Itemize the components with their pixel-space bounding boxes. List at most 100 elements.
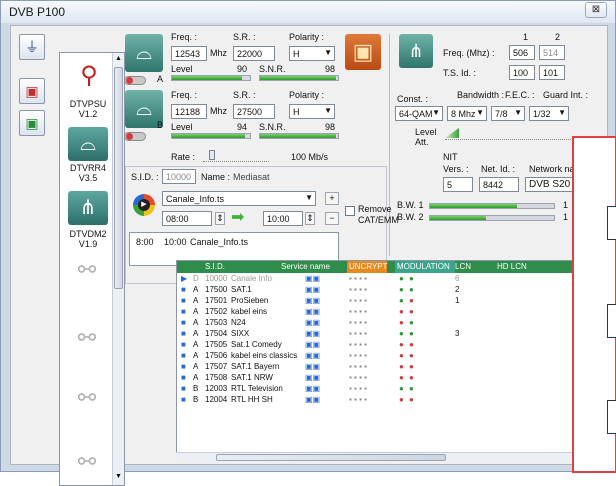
save-green-button[interactable]: ▣: [19, 110, 45, 136]
modulation-status-icon[interactable]: ●: [409, 340, 414, 349]
tsid-1-input[interactable]: 100: [509, 65, 535, 80]
end-time-spinner[interactable]: ⇕: [305, 212, 315, 225]
modulation-status-icon[interactable]: ●: [399, 296, 404, 305]
scroll-thumb[interactable]: [114, 67, 123, 289]
table-row[interactable]: ■ A 17502 kabel eins ▣▣ ▪ ▪ ▪ ▪ ● ●: [177, 307, 595, 318]
rate-slider[interactable]: [203, 150, 269, 162]
modulation-status-icon[interactable]: ●: [409, 362, 414, 371]
bandwidth-select[interactable]: 8 Mhz ▼: [447, 106, 487, 121]
device-item-dtvdm2[interactable]: DTVDM2 V1.9: [60, 229, 116, 249]
freq-b-input[interactable]: 12188: [171, 104, 207, 119]
file-icon[interactable]: ▣▣: [305, 351, 320, 360]
network-name-input[interactable]: DVB S20: [525, 177, 573, 192]
file-icon[interactable]: ▣▣: [305, 285, 320, 294]
modulation-status-icon[interactable]: ●: [409, 384, 414, 393]
modulation-status-icon[interactable]: ●: [399, 318, 404, 327]
const-select[interactable]: 64-QAM ▼: [395, 106, 443, 121]
table-row[interactable]: ■ A 17508 SAT.1 NRW ▣▣ ▪ ▪ ▪ ▪ ● ●: [177, 373, 595, 384]
modulation-status-icon[interactable]: ●: [399, 362, 404, 371]
table-horizontal-scrollbar[interactable]: [176, 452, 596, 462]
rate-slider-thumb[interactable]: [209, 150, 215, 160]
modulation-status-icon[interactable]: ●: [409, 351, 414, 360]
modulation-status-icon[interactable]: ●: [399, 274, 404, 283]
polarity-a-select[interactable]: H ▼: [289, 46, 335, 61]
table-row[interactable]: ■ B 12004 RTL HH SH ▣▣ ▪ ▪ ▪ ▪ ● ●: [177, 395, 595, 406]
modulation-status-icon[interactable]: ●: [409, 373, 414, 382]
remove-file-button[interactable]: −: [325, 212, 339, 225]
modulation-status-icon[interactable]: ●: [399, 307, 404, 316]
nit-version-input[interactable]: 5: [443, 177, 473, 192]
modulation-status-icon[interactable]: ●: [409, 296, 414, 305]
table-row[interactable]: ■ B 12003 RTL Television ▣▣ ▪ ▪ ▪ ▪ ● ●: [177, 384, 595, 395]
net-id-input[interactable]: 8442: [479, 177, 519, 192]
file-icon[interactable]: ▣▣: [305, 362, 320, 371]
table-row[interactable]: ■ A 17505 Sat.1 Comedy ▣▣ ▪ ▪ ▪ ▪ ● ●: [177, 340, 595, 351]
modulation-status-icon[interactable]: ●: [409, 329, 414, 338]
polarity-b-select[interactable]: H ▼: [289, 104, 335, 119]
device-list[interactable]: ⚲ DTVPSU V1.2 ⌓ DTVRR4 V3.5 ⋔ DTVDM2 V1.…: [59, 52, 125, 486]
table-row[interactable]: ▶ D 10000 Canale Info 6 ▣▣ ▪ ▪ ▪ ▪ ● ●: [177, 274, 595, 285]
device-item-dtvrr4[interactable]: DTVRR4 V3.5: [60, 163, 116, 183]
file-icon[interactable]: ▣▣: [305, 274, 320, 283]
table-row[interactable]: ■ A 17500 SAT.1 2 ▣▣ ▪ ▪ ▪ ▪ ● ●: [177, 285, 595, 296]
hscroll-thumb[interactable]: [216, 454, 446, 461]
col-lcn[interactable]: LCN: [455, 262, 471, 271]
play-icon[interactable]: ▶: [133, 194, 155, 216]
col-uncrypt[interactable]: UNCRYPT: [347, 261, 388, 273]
modulation-status-icon[interactable]: ●: [399, 384, 404, 393]
start-time-input[interactable]: 08:00: [162, 211, 212, 226]
modulation-status-icon[interactable]: ●: [409, 274, 414, 283]
add-file-button[interactable]: +: [325, 192, 339, 205]
file-icon[interactable]: ▣▣: [305, 329, 320, 338]
device-item-dtvpsu[interactable]: DTVPSU V1.2: [60, 99, 116, 119]
satellite-a-toggle[interactable]: [124, 76, 146, 85]
col-modulation[interactable]: MODULATION: [395, 261, 455, 273]
services-table[interactable]: S.I.D. Service name UNCRYPT MODULATION L…: [176, 260, 596, 455]
sr-b-input[interactable]: 27500: [233, 104, 275, 119]
table-row[interactable]: ■ A 17506 kabel eins classics ▣▣ ▪ ▪ ▪ ▪ ● ●: [177, 351, 595, 362]
device-list-scrollbar[interactable]: ▲ ▼: [112, 53, 124, 485]
file-icon[interactable]: ▣▣: [305, 318, 320, 327]
modulation-status-icon[interactable]: ●: [399, 285, 404, 294]
start-time-spinner[interactable]: ⇕: [215, 212, 225, 225]
end-time-input[interactable]: 10:00: [263, 211, 303, 226]
sr-a-input[interactable]: 22000: [233, 46, 275, 61]
close-button[interactable]: ⊠: [585, 2, 607, 18]
modulation-status-icon[interactable]: ●: [399, 351, 404, 360]
modulation-status-icon[interactable]: ●: [399, 373, 404, 382]
fec-select[interactable]: 7/8 ▼: [491, 106, 525, 121]
connect-button[interactable]: ⏚: [19, 34, 45, 60]
modulation-status-icon[interactable]: ●: [409, 318, 414, 327]
modulation-status-icon[interactable]: ●: [399, 340, 404, 349]
file-icon[interactable]: ▣▣: [305, 395, 320, 404]
sid-input[interactable]: 10000: [162, 169, 196, 184]
attenuation-slider[interactable]: [445, 128, 575, 140]
file-icon[interactable]: ▣▣: [305, 296, 320, 305]
modulation-status-icon[interactable]: ●: [409, 395, 414, 404]
save-red-button[interactable]: ▣: [19, 78, 45, 104]
file-icon[interactable]: ▣▣: [305, 384, 320, 393]
col-hd-lcn[interactable]: HD LCN: [497, 262, 527, 271]
remove-cat-emm-checkbox[interactable]: [345, 206, 355, 216]
file-icon[interactable]: ▣▣: [305, 340, 320, 349]
scroll-up-icon[interactable]: ▲: [115, 55, 122, 62]
modulation-status-icon[interactable]: ●: [409, 285, 414, 294]
file-icon[interactable]: ▣▣: [305, 373, 320, 382]
terr-freq-2-input[interactable]: 514: [539, 45, 565, 60]
guard-int-select[interactable]: 1/32 ▼: [529, 106, 569, 121]
table-row[interactable]: ■ A 17507 SAT.1 Bayern ▣▣ ▪ ▪ ▪ ▪ ● ●: [177, 362, 595, 373]
modulation-status-icon[interactable]: ●: [399, 395, 404, 404]
file-icon[interactable]: ▣▣: [305, 307, 320, 316]
table-row[interactable]: ■ A 17503 N24 ▣▣ ▪ ▪ ▪ ▪ ● ●: [177, 318, 595, 329]
modulation-status-icon[interactable]: ●: [399, 329, 404, 338]
file-select[interactable]: Canale_Info.ts ▼: [162, 191, 316, 206]
table-row[interactable]: ■ A 17501 ProSieben 1 ▣▣ ▪ ▪ ▪ ▪ ● ●: [177, 296, 595, 307]
modulation-status-icon[interactable]: ●: [409, 307, 414, 316]
table-row[interactable]: ■ A 17504 SIXX 3 ▣▣ ▪ ▪ ▪ ▪ ● ●: [177, 329, 595, 340]
col-sid[interactable]: S.I.D.: [205, 262, 225, 271]
col-service-name[interactable]: Service name: [281, 262, 330, 271]
tsid-2-input[interactable]: 101: [539, 65, 565, 80]
terr-freq-1-input[interactable]: 506: [509, 45, 535, 60]
satellite-b-toggle[interactable]: [124, 132, 146, 141]
freq-a-input[interactable]: 12543: [171, 46, 207, 61]
